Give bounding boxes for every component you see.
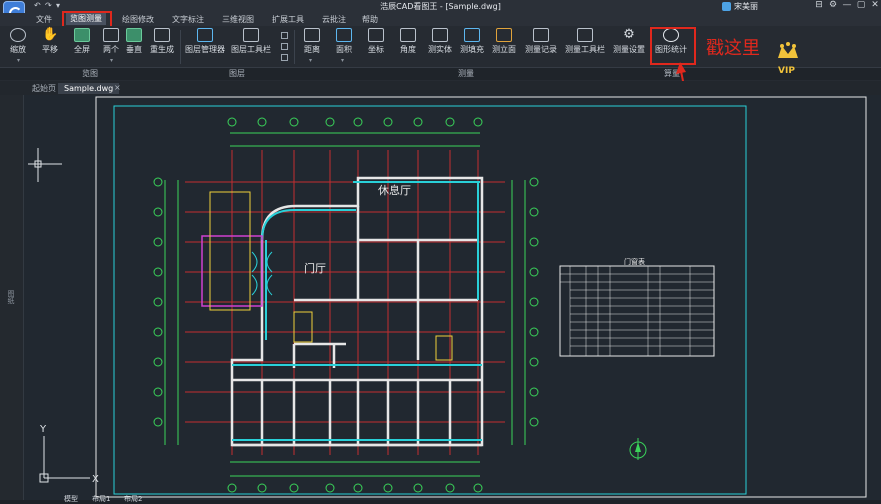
room-label-rest-hall: 休息厅: [378, 183, 411, 197]
y-axis-label: Y: [39, 424, 47, 435]
cad-drawing: Y X 休息厅 门厅 门窗表: [28, 96, 867, 498]
table-title: 门窗表: [624, 257, 645, 266]
room-label-lobby: 门厅: [304, 261, 326, 275]
layout-tab-model[interactable]: 模型: [64, 494, 78, 504]
x-axis-label: X: [92, 474, 99, 485]
layout-tab-2[interactable]: 布局2: [124, 494, 142, 504]
layout-tab-1[interactable]: 布局1: [92, 494, 110, 504]
